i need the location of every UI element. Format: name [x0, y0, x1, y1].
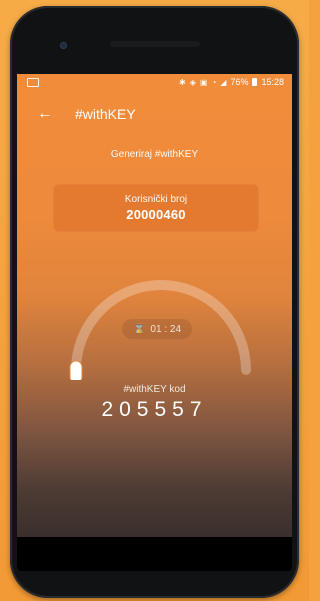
code-label: #withKEY kod [123, 384, 186, 395]
countdown-timer: ⌛ 01 : 24 [122, 319, 192, 339]
page-title: #withKEY [75, 106, 136, 122]
bluetooth-icon: ✱ [179, 77, 186, 87]
status-bar: ✱ ◈ ▣ ◔ ◢ 76% 15:28 [17, 74, 292, 90]
status-icons: ✱ ◈ ▣ ◔ ◢ 76% 15:28 [179, 77, 284, 87]
mute-icon: ◈ [189, 77, 196, 87]
earpiece-speaker [110, 41, 200, 47]
back-arrow-icon[interactable]: ← [37, 106, 53, 122]
navigation-bar [17, 537, 292, 571]
wifi-icon: ◔ [211, 77, 217, 87]
generated-code: 205557 [101, 398, 208, 421]
screenshot-icon [27, 77, 39, 87]
signal-icon: ◢ [220, 77, 227, 87]
user-number-value: 20000460 [126, 207, 186, 222]
front-camera [60, 42, 67, 49]
status-time: 15:28 [261, 77, 284, 87]
hourglass-icon: ⌛ [132, 323, 146, 335]
battery-percent: 76% [230, 77, 249, 87]
user-number-card: Korisnički broj 20000460 [53, 184, 259, 232]
background: ✱ ◈ ▣ ◔ ◢ 76% 15:28 ← #withKEY Generiraj… [0, 0, 309, 601]
app-bar: ← #withKEY [17, 90, 292, 138]
nfc-icon: ▣ [199, 77, 208, 87]
battery-icon [252, 78, 258, 86]
gauge-handle [69, 360, 83, 380]
generate-label: Generiraj #withKEY [110, 149, 199, 160]
app-screen: ✱ ◈ ▣ ◔ ◢ 76% 15:28 ← #withKEY Generiraj… [17, 74, 292, 537]
user-number-label: Korisnički broj [124, 194, 188, 205]
timer-value: 01 : 24 [150, 323, 182, 335]
